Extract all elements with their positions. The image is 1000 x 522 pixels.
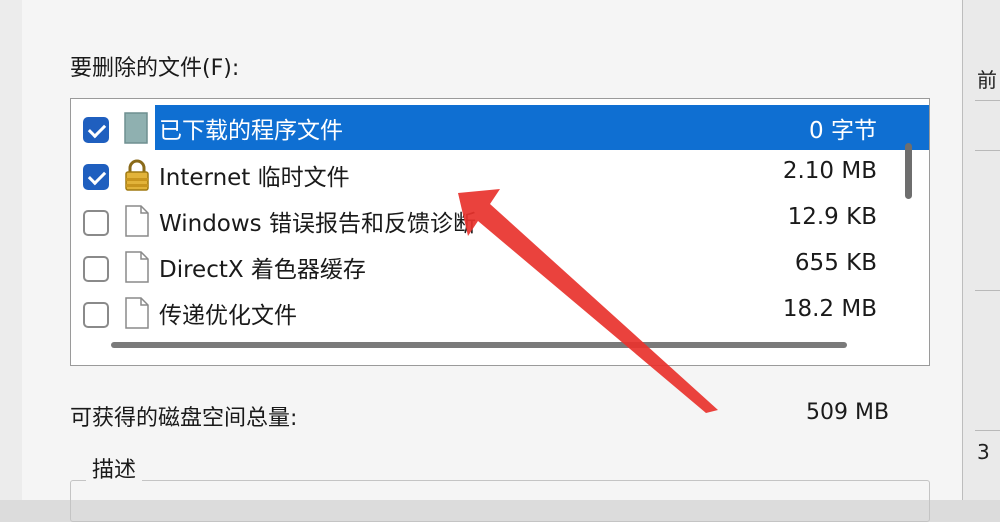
files-to-delete-label: 要删除的文件(F): bbox=[70, 56, 240, 81]
file-name: DirectX 着色器缓存 bbox=[159, 257, 366, 283]
files-to-delete-list[interactable]: 已下载的程序文件 0 字节 Internet 临时文件 2.10 MB Wind… bbox=[70, 98, 930, 366]
divider bbox=[975, 290, 1000, 291]
file-size: 18.2 MB bbox=[782, 296, 877, 322]
file-name: 传递优化文件 bbox=[159, 303, 297, 329]
available-space-value: 509 MB bbox=[806, 400, 890, 425]
file-size: 2.10 MB bbox=[782, 158, 877, 184]
horizontal-scrollbar-thumb[interactable] bbox=[111, 342, 847, 348]
file-checkbox[interactable] bbox=[83, 117, 109, 143]
file-checkbox[interactable] bbox=[83, 210, 109, 236]
divider bbox=[975, 100, 1000, 101]
right-peek-text-top: 前 bbox=[977, 68, 997, 92]
folder-icon bbox=[124, 112, 148, 144]
list-item[interactable]: DirectX 着色器缓存 655 KB bbox=[71, 244, 907, 288]
vertical-scrollbar-thumb[interactable] bbox=[905, 143, 912, 199]
available-space-label: 可获得的磁盘空间总量: bbox=[70, 406, 298, 431]
file-size: 655 KB bbox=[794, 250, 877, 276]
file-icon bbox=[125, 297, 149, 329]
file-checkbox[interactable] bbox=[83, 164, 109, 190]
divider bbox=[975, 150, 1000, 151]
file-name: 已下载的程序文件 bbox=[159, 118, 343, 144]
left-window-edge bbox=[0, 0, 23, 500]
file-size: 0 字节 bbox=[809, 118, 877, 144]
right-peek-text-bottom: 3 bbox=[977, 440, 990, 464]
file-name: Windows 错误报告和反馈诊断 bbox=[159, 211, 476, 237]
lock-icon bbox=[125, 159, 149, 191]
file-checkbox[interactable] bbox=[83, 302, 109, 328]
file-size: 12.9 KB bbox=[787, 204, 877, 230]
description-groupbox bbox=[70, 480, 930, 522]
divider bbox=[975, 430, 1000, 431]
file-icon bbox=[125, 251, 149, 283]
file-name: Internet 临时文件 bbox=[159, 165, 350, 191]
description-group-label: 描述 bbox=[86, 452, 143, 484]
file-icon bbox=[125, 205, 149, 237]
right-window-edge: 前 3 bbox=[963, 0, 1000, 500]
list-item[interactable]: 已下载的程序文件 0 字节 bbox=[71, 105, 929, 150]
list-item[interactable]: Windows 错误报告和反馈诊断 12.9 KB bbox=[71, 198, 907, 242]
file-checkbox[interactable] bbox=[83, 256, 109, 282]
list-item[interactable]: 传递优化文件 18.2 MB bbox=[71, 290, 907, 334]
list-item[interactable]: Internet 临时文件 2.10 MB bbox=[71, 152, 907, 196]
